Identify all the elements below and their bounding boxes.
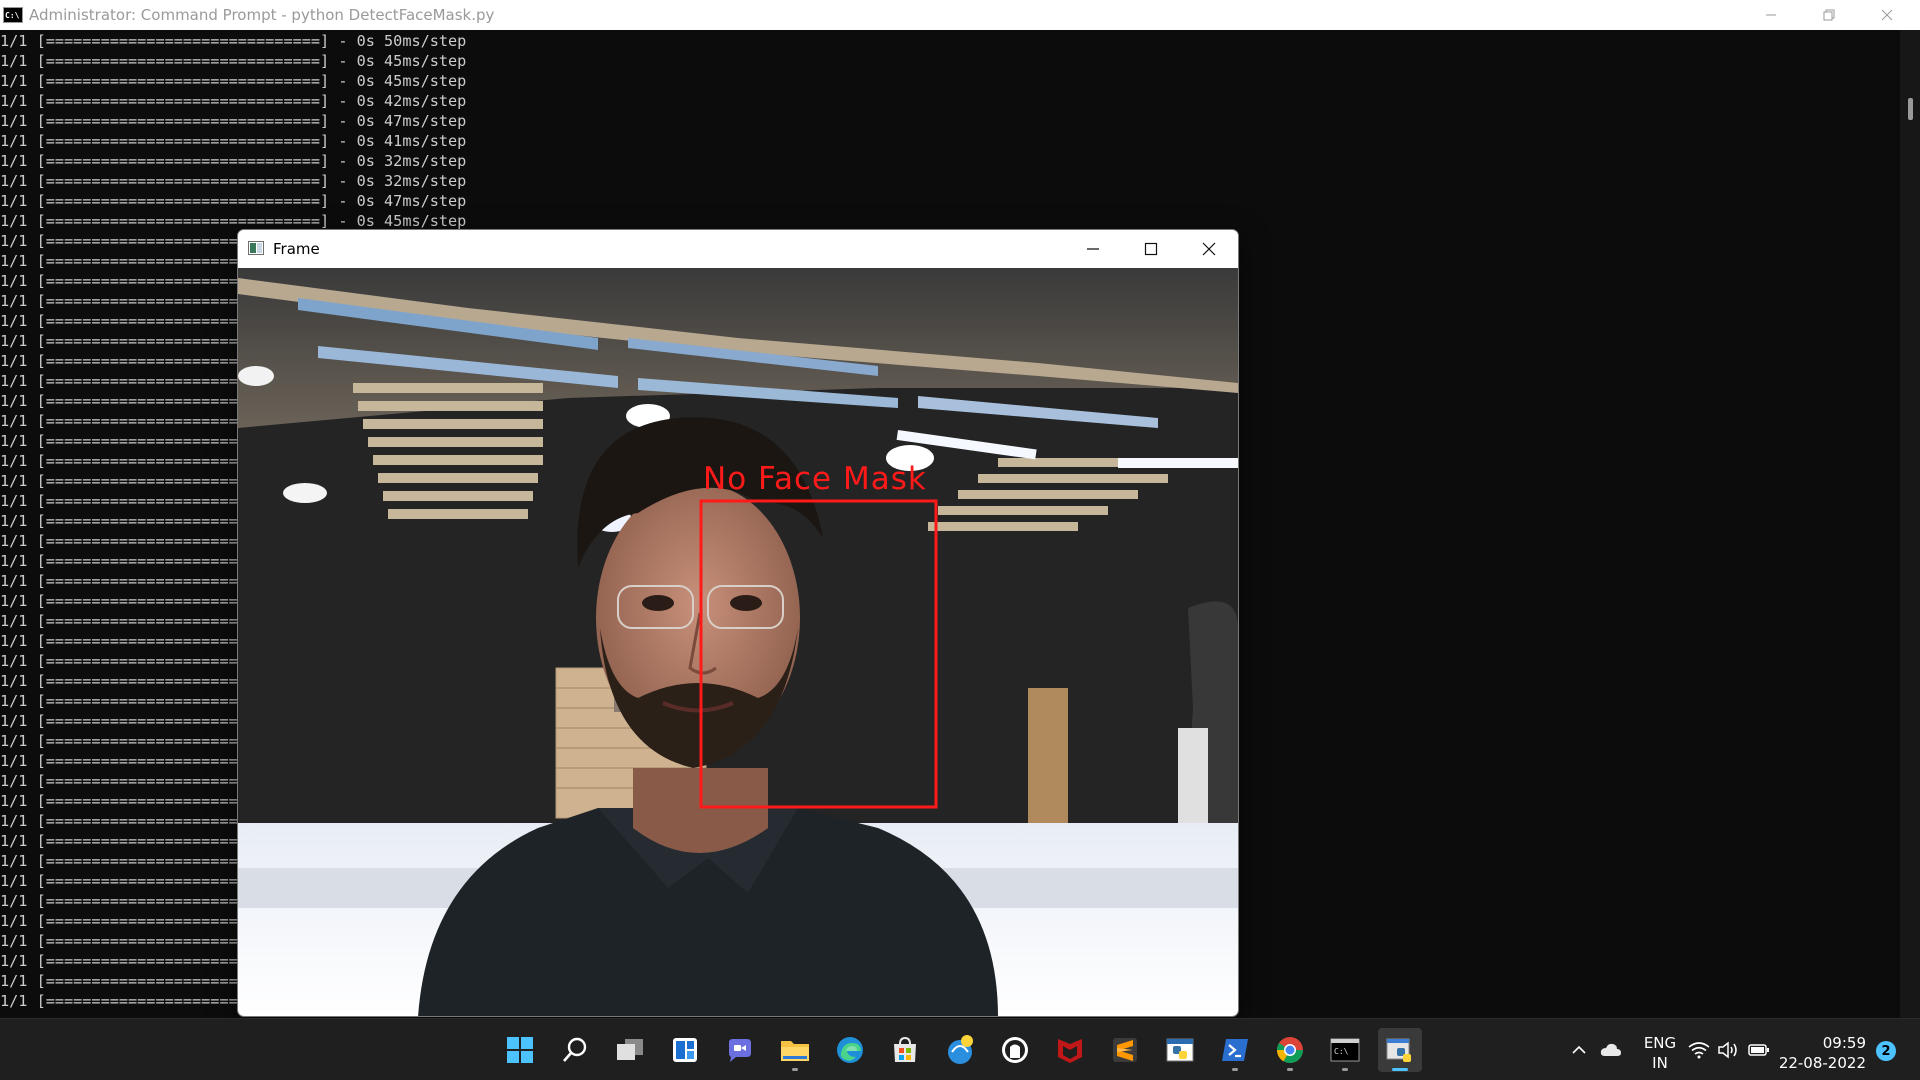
onedrive-cloud-icon <box>1600 1043 1621 1056</box>
search-icon <box>563 1037 587 1062</box>
webcam-scene-image <box>238 268 1238 1016</box>
close-icon <box>1881 9 1893 21</box>
region-code: IN <box>1652 1054 1668 1072</box>
cmd-restore-button[interactable] <box>1800 0 1858 30</box>
microsoft-store-button[interactable] <box>883 1028 927 1072</box>
edge-icon <box>837 1037 863 1063</box>
input-language-indicator[interactable]: ENG IN <box>1635 1033 1685 1073</box>
powershell-button[interactable] <box>1213 1028 1257 1072</box>
task-view-button[interactable] <box>608 1028 652 1072</box>
minimize-icon <box>1766 14 1776 16</box>
console-line: 1/1 [==============================] - 0… <box>0 172 467 190</box>
running-indicator <box>1342 1068 1348 1071</box>
running-indicator <box>792 1068 798 1071</box>
microsoft-store-icon <box>894 1036 916 1062</box>
console-scrollbar[interactable] <box>1900 30 1920 1018</box>
edge-button[interactable] <box>828 1028 872 1072</box>
onedrive-tray-button[interactable] <box>1600 1039 1622 1061</box>
console-line: 1/1 [==============================] - 0… <box>0 192 467 210</box>
clock-date: 22-08-2022 <box>1778 1054 1866 1072</box>
running-indicator <box>1287 1068 1293 1071</box>
python-idle-icon <box>948 1035 973 1064</box>
widgets-button[interactable] <box>663 1028 707 1072</box>
maximize-icon <box>1144 242 1158 256</box>
task-view-icon <box>617 1039 643 1060</box>
python-idle-button[interactable] <box>938 1028 982 1072</box>
terminal-button[interactable]: C:\ <box>1323 1028 1367 1072</box>
chrome-icon <box>1276 1037 1304 1064</box>
battery-button[interactable] <box>1748 1039 1770 1061</box>
minimize-icon <box>1087 248 1099 250</box>
command-prompt-icon: C:\ <box>3 7 23 23</box>
console-line: 1/1 [==============================] - 0… <box>0 92 467 110</box>
cmd-titlebar: C:\ Administrator: Command Prompt - pyth… <box>0 0 1920 30</box>
widgets-icon <box>673 1038 697 1062</box>
console-line: 1/1 [==============================] - 0… <box>0 32 467 50</box>
teams-chat-button[interactable] <box>718 1028 762 1072</box>
terminal-icon: C:\ <box>1330 1038 1360 1062</box>
volume-button[interactable] <box>1717 1039 1739 1061</box>
scrollbar-thumb[interactable] <box>1908 98 1913 120</box>
frame-maximize-button[interactable] <box>1122 230 1180 268</box>
console-line: 1/1 [==============================] - 0… <box>0 112 467 130</box>
notification-badge[interactable]: 2 <box>1876 1041 1896 1061</box>
github-icon <box>1002 1037 1028 1063</box>
console-line: 1/1 [==============================] - 0… <box>0 212 467 230</box>
wifi-icon <box>1688 1042 1710 1059</box>
start-icon <box>507 1037 533 1063</box>
console-line: 1/1 [==============================] - 0… <box>0 52 467 70</box>
file-explorer-button[interactable] <box>773 1028 817 1072</box>
frame-close-button[interactable] <box>1180 230 1238 268</box>
teams-chat-icon <box>729 1039 751 1062</box>
console-line: 1/1 [==============================] - 0… <box>0 72 467 90</box>
python-running-button[interactable] <box>1378 1028 1422 1072</box>
chrome-button[interactable] <box>1268 1028 1312 1072</box>
mcafee-icon <box>1058 1039 1082 1063</box>
console-line: 1/1 [==============================] - 0… <box>0 132 467 150</box>
python-app-button[interactable] <box>1158 1028 1202 1072</box>
frame-minimize-button[interactable] <box>1064 230 1122 268</box>
close-icon <box>1202 242 1216 256</box>
running-indicator <box>1232 1068 1238 1071</box>
sublime-text-icon <box>1113 1038 1137 1062</box>
console-line: 1/1 [==============================] - 0… <box>0 152 467 170</box>
frame-window: Frame No Face Mask <box>237 229 1239 1017</box>
speaker-icon <box>1718 1041 1737 1059</box>
show-hidden-icons-button[interactable] <box>1568 1039 1590 1061</box>
chevron-up-icon <box>1572 1045 1586 1054</box>
mcafee-button[interactable] <box>1048 1028 1092 1072</box>
cmd-window-title: Administrator: Command Prompt - python D… <box>29 6 495 24</box>
language-code: ENG <box>1643 1034 1677 1052</box>
frame-window-icon <box>248 241 264 255</box>
detection-label: No Face Mask <box>703 461 927 497</box>
svg-text:C:\: C:\ <box>1334 1047 1349 1056</box>
battery-icon <box>1748 1044 1769 1056</box>
frame-window-title: Frame <box>273 240 320 258</box>
restore-icon <box>1823 9 1835 21</box>
network-button[interactable] <box>1688 1039 1710 1061</box>
sublime-text-button[interactable] <box>1103 1028 1147 1072</box>
clock-time: 09:59 <box>1822 1034 1866 1052</box>
github-button[interactable] <box>993 1028 1037 1072</box>
python-app-icon <box>1166 1038 1194 1062</box>
python-running-icon <box>1386 1038 1411 1062</box>
webcam-video-frame: No Face Mask <box>238 268 1238 1016</box>
taskbar: C:\ ENG IN 09:59 22-08-2022 2 <box>0 1018 1920 1080</box>
cmd-close-button[interactable] <box>1858 0 1916 30</box>
system-clock[interactable]: 09:59 22-08-2022 <box>1778 1033 1866 1073</box>
search-button[interactable] <box>553 1028 597 1072</box>
powershell-icon <box>1222 1039 1248 1061</box>
cmd-minimize-button[interactable] <box>1742 0 1800 30</box>
file-explorer-icon <box>781 1041 809 1061</box>
start-button[interactable] <box>498 1028 542 1072</box>
active-indicator <box>1392 1068 1408 1071</box>
frame-titlebar[interactable]: Frame <box>238 230 1238 268</box>
